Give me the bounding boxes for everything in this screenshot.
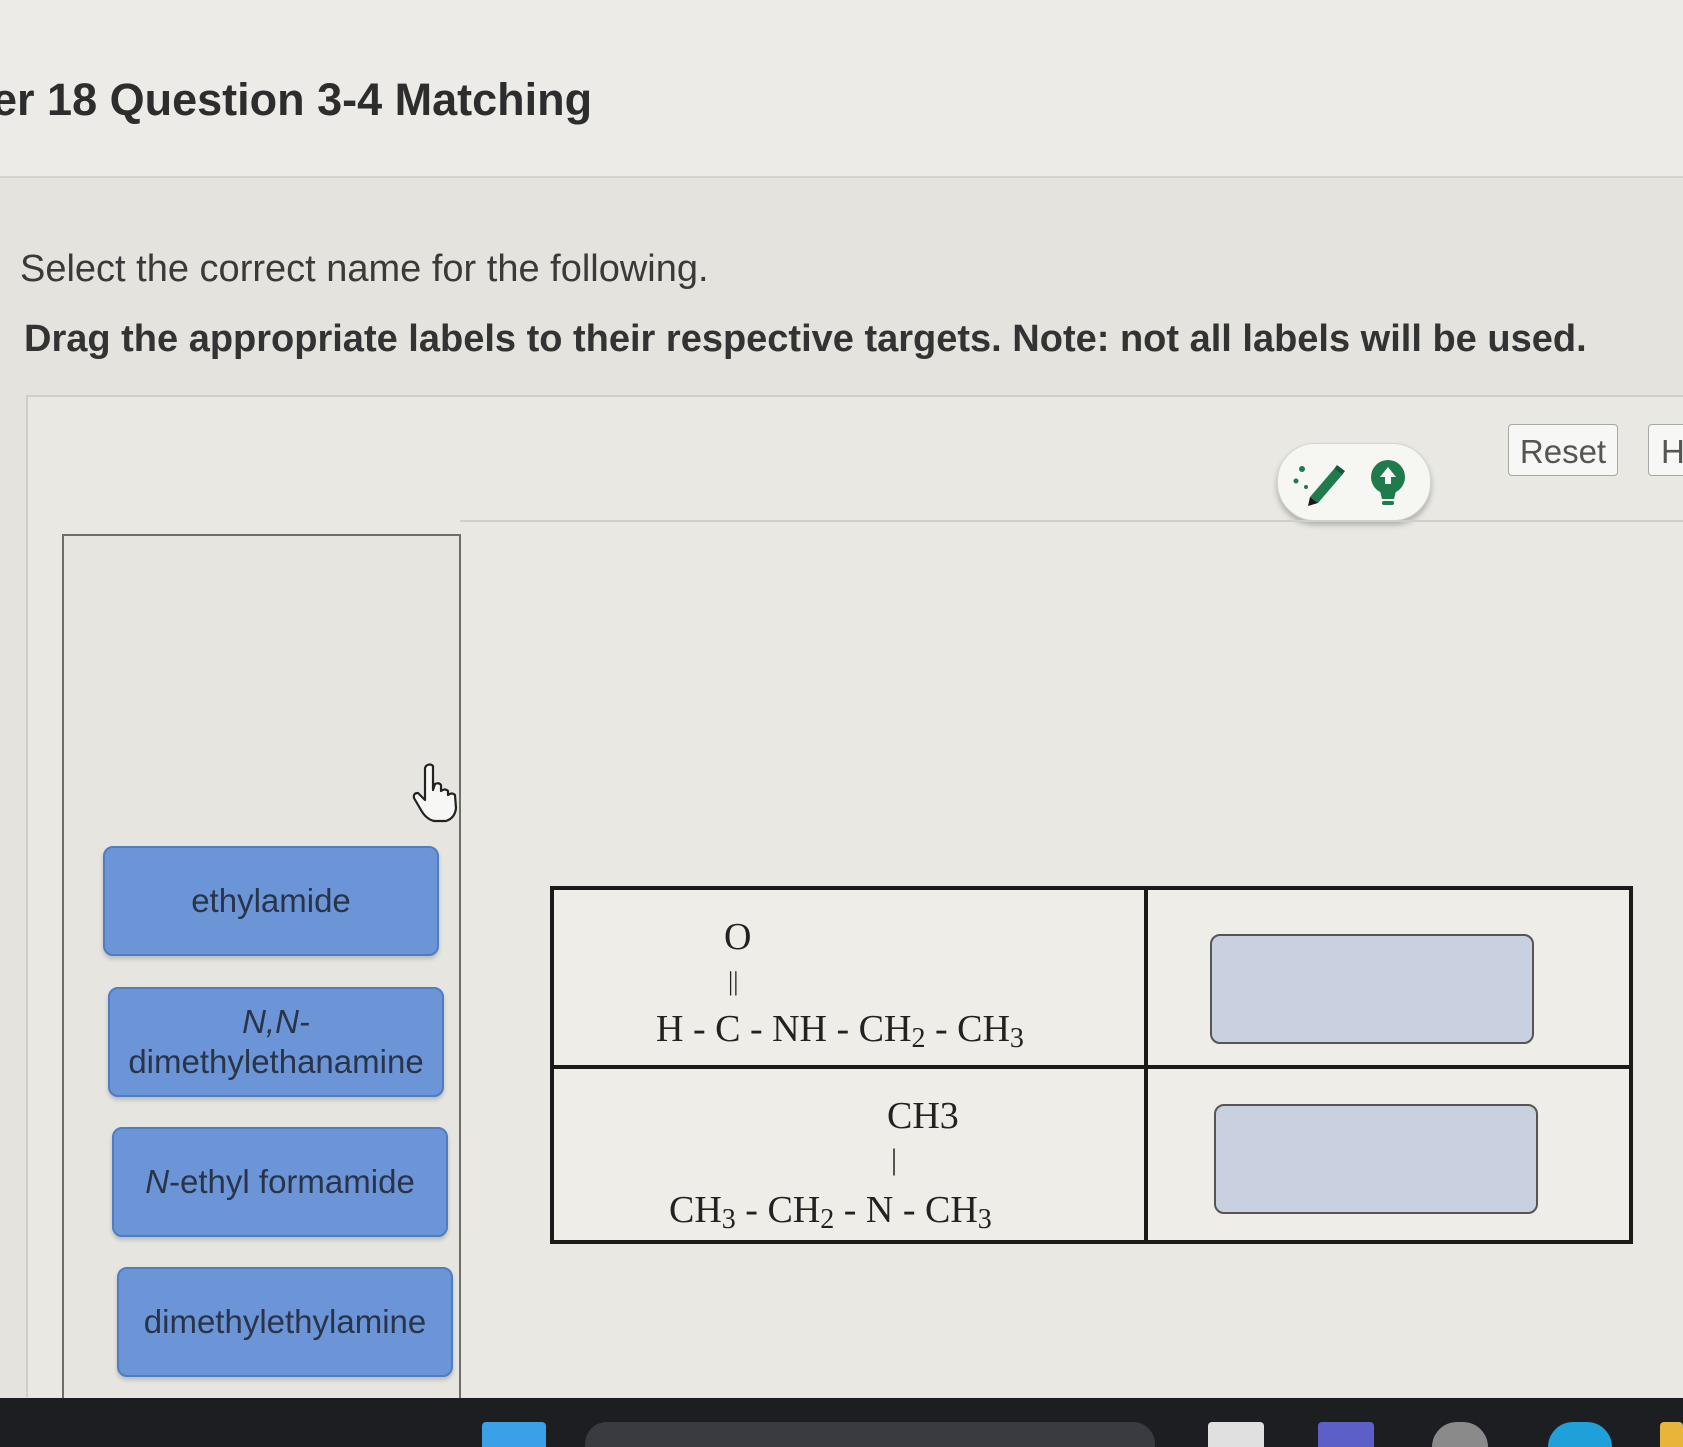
formula-sub: 3	[977, 1204, 992, 1235]
structure-1-oxygen: O	[724, 916, 752, 958]
label-text-main: -ethyl formamide	[169, 1163, 415, 1200]
formula-part: - CH	[735, 1189, 821, 1231]
tool-pill	[1277, 443, 1431, 521]
edge-icon[interactable]	[1548, 1422, 1612, 1447]
structure-1-double-bond: ||	[728, 967, 739, 996]
page-title: er 18 Question 3-4 Matching	[0, 74, 593, 125]
reset-button[interactable]: Reset	[1508, 424, 1618, 476]
search-bar[interactable]	[585, 1422, 1155, 1447]
formula-sub: 2	[820, 1204, 835, 1235]
label-text: ethylamide	[191, 882, 351, 919]
teams-icon[interactable]	[1318, 1422, 1374, 1447]
label-prefix: N	[145, 1163, 170, 1200]
formula-part: H - C - NH - CH	[656, 1008, 912, 1050]
label-prefix: N,N-	[242, 1003, 310, 1040]
hand-cursor-icon	[412, 762, 464, 829]
matching-table: O || H - C - NH - CH2 - CH3 CH3 | CH3 - …	[550, 886, 1633, 1244]
help-button[interactable]: H	[1648, 424, 1683, 476]
structure-1-formula: H - C - NH - CH2 - CH3	[656, 1007, 1024, 1055]
draggable-label-ethylamide[interactable]: ethylamide	[103, 846, 439, 956]
file-explorer-icon[interactable]	[1660, 1422, 1683, 1447]
formula-sub: 2	[911, 1023, 926, 1054]
question-prompt: Select the correct name for the followin…	[20, 248, 709, 290]
label-text-main: dimethylethanamine	[128, 1043, 424, 1080]
formula-part: CH	[669, 1189, 722, 1231]
draggable-label-n-ethyl-formamide[interactable]: N-ethyl formamide	[112, 1127, 448, 1237]
draggable-label-nn-dimethylethanamine[interactable]: N,N-dimethylethanamine	[108, 987, 444, 1097]
drop-target-2[interactable]	[1214, 1104, 1538, 1214]
structure-2-formula: CH3 - CH2 - N - CH3	[669, 1188, 992, 1236]
label-text: N,N-dimethylethanamine	[128, 1002, 423, 1082]
structure-2-single-bond: |	[891, 1143, 898, 1176]
formula-sub: 3	[721, 1204, 736, 1235]
windows-start-icon[interactable]	[482, 1422, 546, 1447]
formula-part: - N - CH	[834, 1189, 978, 1231]
pencil-icon[interactable]	[1290, 457, 1350, 512]
drop-target-1[interactable]	[1210, 934, 1534, 1044]
taskbar	[0, 1398, 1683, 1447]
question-instructions: Drag the appropriate labels to their res…	[24, 318, 1587, 360]
formula-part: - CH	[925, 1008, 1010, 1050]
lightbulb-icon[interactable]	[1366, 457, 1410, 514]
label-text: N-ethyl formamide	[145, 1162, 415, 1202]
settings-icon[interactable]	[1432, 1422, 1488, 1447]
formula-sub: 3	[1009, 1023, 1024, 1054]
divider	[460, 520, 1683, 522]
label-text: dimethylethylamine	[143, 1303, 427, 1340]
draggable-label-dimethylethylamine[interactable]: dimethylethylamine	[117, 1267, 453, 1377]
table-row-divider	[554, 1065, 1629, 1069]
taskbar-app-icon[interactable]	[1208, 1422, 1264, 1447]
structure-2-methyl: CH3	[887, 1095, 959, 1137]
